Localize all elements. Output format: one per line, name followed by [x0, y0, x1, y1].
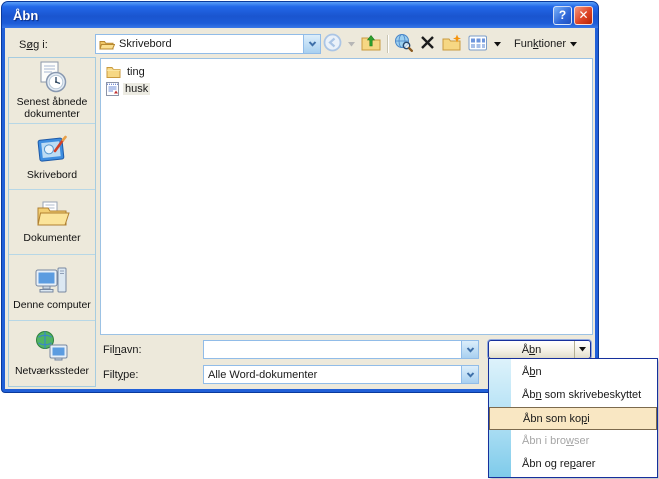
filename-dropdown-arrow[interactable] — [461, 341, 478, 358]
web-search-icon — [395, 34, 413, 52]
place-label: Skrivebord — [26, 168, 78, 181]
recent-documents-icon — [40, 61, 67, 93]
menu-item-aabn-og-reparer[interactable]: Åbn og reparer — [489, 453, 657, 476]
up-folder-icon — [361, 34, 381, 50]
filetype-value: Alle Word-dokumenter — [208, 368, 318, 381]
window-title: Åbn — [13, 7, 39, 23]
create-new-folder-button[interactable] — [442, 34, 462, 55]
place-my-computer[interactable]: Denne computer — [9, 255, 95, 322]
file-list: ting husk — [100, 58, 593, 335]
place-label: Dokumenter — [23, 232, 81, 245]
desktop-icon — [37, 135, 67, 162]
open-folder-icon — [99, 40, 115, 49]
my-computer-icon — [35, 267, 67, 293]
dialog-body: Søg i: Skrivebord Funktioner Senest åbne… — [5, 28, 595, 389]
filename-combobox[interactable] — [203, 340, 479, 359]
views-dropdown-arrow[interactable] — [494, 38, 501, 50]
delete-button[interactable] — [419, 34, 436, 54]
chevron-down-icon — [466, 346, 474, 353]
toolbar-separator — [387, 35, 388, 53]
place-label: Denne computer — [13, 299, 91, 312]
menu-item-aabn-som-skrivebeskyttet[interactable]: Åbn som skrivebeskyttet — [489, 384, 657, 407]
menu-item-aabn-i-browser: Åbn i browser — [522, 435, 590, 447]
chevron-down-icon — [570, 41, 577, 46]
chevron-down-icon — [466, 371, 474, 378]
place-label: Senest åbnede dokumenter — [16, 95, 88, 120]
open-button[interactable]: Åbn — [489, 341, 574, 358]
look-in-label: Søg i: — [19, 39, 48, 51]
look-in-combobox[interactable]: Skrivebord — [95, 34, 321, 54]
tools-menu-button[interactable]: Funktioner — [511, 36, 580, 52]
file-name: husk — [123, 82, 151, 95]
title-bar[interactable]: Åbn ? ✕ — [2, 2, 598, 28]
back-history-arrow-icon — [348, 41, 355, 46]
folder-icon — [106, 66, 121, 78]
place-recent-documents[interactable]: Senest åbnede dokumenter — [9, 58, 95, 124]
file-item-husk[interactable]: husk — [104, 80, 589, 97]
chevron-down-icon — [579, 347, 586, 352]
menu-items: Åbn Åbn som skrivebeskyttet Åbn som kopi… — [489, 359, 657, 476]
delete-x-icon — [421, 36, 434, 49]
filetype-combobox[interactable]: Alle Word-dokumenter — [203, 365, 479, 384]
chevron-down-icon — [494, 42, 501, 47]
chevron-down-icon — [308, 41, 316, 47]
open-options-menu: Åbn Åbn som skrivebeskyttet Åbn som kopi… — [488, 358, 658, 478]
menu-item-aabn[interactable]: Åbn — [489, 361, 657, 384]
new-folder-icon — [442, 34, 461, 50]
open-dialog-window: Åbn ? ✕ Søg i: Skrivebord Funktioner Sen… — [2, 2, 598, 392]
filename-label: Filnavn: — [103, 344, 142, 356]
help-button[interactable]: ? — [553, 5, 572, 25]
open-button-dropdown-arrow[interactable] — [574, 341, 590, 358]
filetype-dropdown-arrow[interactable] — [461, 366, 478, 383]
place-documents[interactable]: Dokumenter — [9, 190, 95, 256]
place-label: Netværkssteder — [14, 365, 90, 378]
up-one-level-button[interactable] — [361, 34, 381, 55]
toolbar: Funktioner — [323, 33, 580, 55]
open-split-button[interactable]: Åbn — [488, 340, 591, 359]
back-arrow-icon — [323, 33, 342, 52]
file-item-ting[interactable]: ting — [104, 63, 589, 80]
network-places-icon — [36, 331, 68, 361]
open-dialog-screen: Åbn ? ✕ Søg i: Skrivebord Funktioner Sen… — [0, 0, 659, 479]
filename-input[interactable] — [208, 341, 461, 358]
place-desktop[interactable]: Skrivebord — [9, 124, 95, 190]
search-the-web-button[interactable] — [394, 33, 413, 55]
places-bar: Senest åbnede dokumenter Skrivebord Doku… — [8, 57, 96, 387]
close-button[interactable]: ✕ — [574, 5, 593, 25]
file-name: ting — [127, 65, 145, 78]
views-grid-icon — [468, 35, 487, 50]
views-button[interactable] — [468, 34, 488, 55]
word-document-icon — [106, 82, 119, 96]
back-button — [323, 33, 342, 55]
look-in-value: Skrivebord — [119, 38, 172, 50]
look-in-dropdown-arrow[interactable] — [303, 35, 320, 53]
place-network-places[interactable]: Netværkssteder — [9, 321, 95, 386]
documents-folder-icon — [37, 201, 70, 226]
filetype-label: Filtype: — [103, 369, 139, 381]
menu-item-aabn-som-kopi[interactable]: Åbn som kopi — [489, 407, 657, 430]
tools-menu-label: Funktioner — [514, 38, 566, 50]
